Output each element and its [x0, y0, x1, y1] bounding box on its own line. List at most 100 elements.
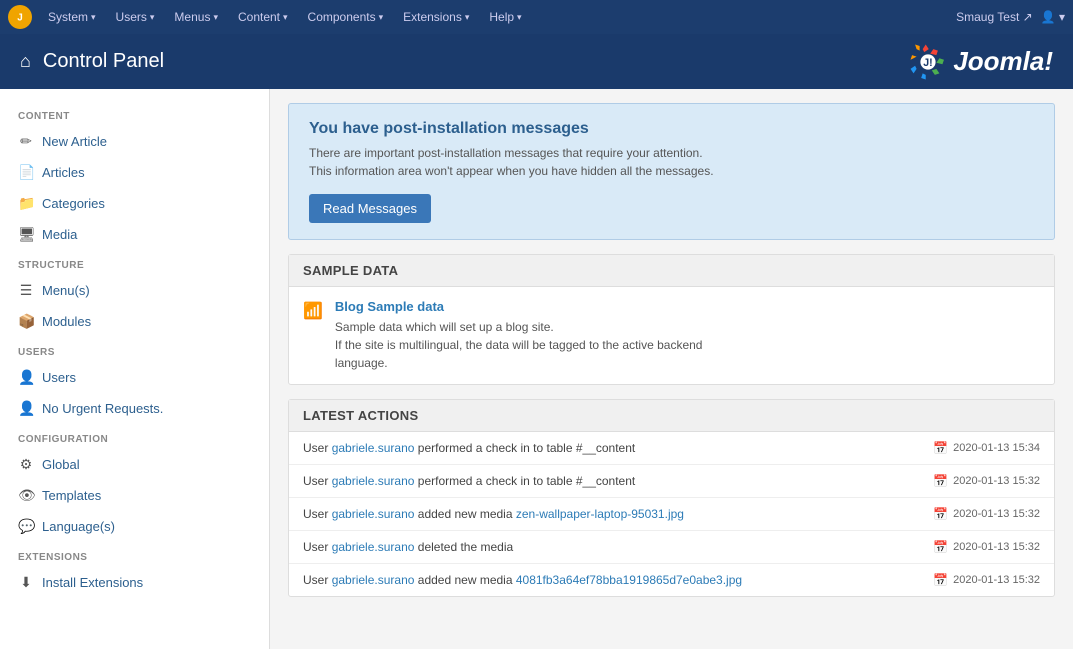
header-bar: ⌂ Control Panel J! Joomla! — [0, 34, 1073, 89]
folder-icon: 📁 — [18, 195, 34, 212]
nav-users[interactable]: Users ▾ — [108, 6, 163, 28]
sample-data-item: 📶 Blog Sample data Sample data which wil… — [303, 299, 1040, 372]
calendar-icon: 📅 — [933, 441, 948, 455]
sidebar-item-templates[interactable]: 👁 Templates — [0, 480, 269, 511]
content-area: You have post-installation messages Ther… — [270, 89, 1073, 649]
post-install-line1: There are important post-installation me… — [309, 146, 1034, 160]
nav-right-area: Smaug Test ↗ 👤 ▾ — [956, 10, 1065, 24]
post-install-box: You have post-installation messages Ther… — [288, 103, 1055, 240]
sidebar-item-categories[interactable]: 📁 Categories — [0, 188, 269, 219]
read-messages-button[interactable]: Read Messages — [309, 194, 431, 223]
action-time: 📅 2020-01-13 15:34 — [933, 441, 1040, 455]
action-user-link[interactable]: gabriele.surano — [332, 474, 415, 488]
action-row: User gabriele.surano added new media 408… — [289, 564, 1054, 596]
sidebar-item-global[interactable]: ⚙ Global — [0, 449, 269, 480]
sample-data-desc3: language. — [335, 356, 388, 370]
action-time: 📅 2020-01-13 15:32 — [933, 474, 1040, 488]
sidebar-item-media[interactable]: 🖥 Media — [0, 219, 269, 250]
svg-text:J!: J! — [924, 56, 933, 68]
wifi-icon: 📶 — [303, 301, 323, 321]
eye-icon: 👁 — [18, 487, 34, 504]
external-link-icon: ↗ — [1023, 10, 1033, 24]
joomla-star-icon: J! — [909, 43, 947, 81]
post-install-line2: This information area won't appear when … — [309, 164, 1034, 178]
action-row: User gabriele.surano added new media zen… — [289, 498, 1054, 531]
title-area: ⌂ Control Panel — [20, 50, 164, 73]
latest-actions-panel: LATEST ACTIONS User gabriele.surano perf… — [288, 399, 1055, 597]
nav-system[interactable]: System ▾ — [40, 6, 104, 28]
pencil-icon: ✏ — [18, 133, 34, 150]
action-user-link[interactable]: gabriele.surano — [332, 573, 415, 587]
nav-help[interactable]: Help ▾ — [481, 6, 529, 28]
sidebar-item-articles[interactable]: 📄 Articles — [0, 157, 269, 188]
sidebar-item-menus[interactable]: ☰ Menu(s) — [0, 275, 269, 306]
caret-icon: ▾ — [213, 12, 218, 23]
sidebar-section-extensions: EXTENSIONS — [0, 542, 269, 567]
user-icon: 👤 — [18, 369, 34, 386]
action-time: 📅 2020-01-13 15:32 — [933, 507, 1040, 521]
sample-data-header: SAMPLE DATA — [289, 255, 1054, 287]
action-media-link[interactable]: 4081fb3a64ef78bba1919865d7e0abe3.jpg — [516, 573, 742, 587]
user-menu[interactable]: 👤 ▾ — [1041, 10, 1065, 24]
sidebar-section-configuration: CONFIGURATION — [0, 424, 269, 449]
home-icon: ⌂ — [20, 51, 31, 72]
action-row: User gabriele.surano performed a check i… — [289, 432, 1054, 465]
user-site-link[interactable]: Smaug Test ↗ — [956, 10, 1033, 24]
sidebar: CONTENT ✏ New Article 📄 Articles 📁 Categ… — [0, 89, 270, 649]
sample-data-desc2: If the site is multilingual, the data wi… — [335, 338, 703, 352]
sample-data-desc1: Sample data which will set up a blog sit… — [335, 320, 554, 334]
sidebar-section-structure: STRUCTURE — [0, 250, 269, 275]
joomla-logo-icon[interactable]: J — [8, 5, 32, 29]
page-title: Control Panel — [43, 50, 164, 73]
action-time: 📅 2020-01-13 15:32 — [933, 573, 1040, 587]
main-layout: CONTENT ✏ New Article 📄 Articles 📁 Categ… — [0, 89, 1073, 649]
module-icon: 📦 — [18, 313, 34, 330]
caret-icon: ▾ — [517, 12, 522, 23]
nav-menus[interactable]: Menus ▾ — [166, 6, 226, 28]
nav-extensions[interactable]: Extensions ▾ — [395, 6, 477, 28]
sample-data-panel: SAMPLE DATA 📶 Blog Sample data Sample da… — [288, 254, 1055, 385]
action-text: User gabriele.surano deleted the media — [303, 540, 921, 554]
calendar-icon: 📅 — [933, 507, 948, 521]
sidebar-item-new-article[interactable]: ✏ New Article — [0, 126, 269, 157]
action-text: User gabriele.surano added new media zen… — [303, 507, 921, 521]
action-row: User gabriele.surano performed a check i… — [289, 465, 1054, 498]
sidebar-section-users: USERS — [0, 337, 269, 362]
nav-content[interactable]: Content ▾ — [230, 6, 296, 28]
menu-icon: ☰ — [18, 282, 34, 299]
sidebar-item-install-extensions[interactable]: ⬇ Install Extensions — [0, 567, 269, 598]
sidebar-item-modules[interactable]: 📦 Modules — [0, 306, 269, 337]
media-icon: 🖥 — [18, 226, 34, 243]
joomla-brand: J! Joomla! — [909, 43, 1053, 81]
action-user-link[interactable]: gabriele.surano — [332, 507, 415, 521]
sidebar-section-content: CONTENT — [0, 101, 269, 126]
download-icon: ⬇ — [18, 574, 34, 591]
sample-data-body: 📶 Blog Sample data Sample data which wil… — [289, 287, 1054, 384]
caret-icon: ▾ — [465, 12, 470, 23]
caret-icon: ▾ — [283, 12, 288, 23]
sample-data-content: Blog Sample data Sample data which will … — [335, 299, 703, 372]
sidebar-item-users[interactable]: 👤 Users — [0, 362, 269, 393]
calendar-icon: 📅 — [933, 474, 948, 488]
sidebar-item-languages[interactable]: 💬 Language(s) — [0, 511, 269, 542]
language-icon: 💬 — [18, 518, 34, 535]
gear-icon: ⚙ — [18, 456, 34, 473]
caret-icon: ▾ — [150, 12, 155, 23]
calendar-icon: 📅 — [933, 573, 948, 587]
action-user-link[interactable]: gabriele.surano — [332, 540, 415, 554]
action-text: User gabriele.surano added new media 408… — [303, 573, 921, 587]
action-row: User gabriele.surano deleted the media 📅… — [289, 531, 1054, 564]
svg-text:J: J — [17, 12, 23, 23]
nav-components[interactable]: Components ▾ — [300, 6, 392, 28]
action-media-link[interactable]: zen-wallpaper-laptop-95031.jpg — [516, 507, 684, 521]
calendar-icon: 📅 — [933, 540, 948, 554]
post-install-title: You have post-installation messages — [309, 120, 1034, 138]
action-user-link[interactable]: gabriele.surano — [332, 441, 415, 455]
sample-data-link[interactable]: Blog Sample data — [335, 299, 703, 314]
action-time: 📅 2020-01-13 15:32 — [933, 540, 1040, 554]
action-text: User gabriele.surano performed a check i… — [303, 474, 921, 488]
sidebar-item-no-urgent[interactable]: 👤 No Urgent Requests. — [0, 393, 269, 424]
top-navigation: J System ▾ Users ▾ Menus ▾ Content ▾ Com… — [0, 0, 1073, 34]
article-icon: 📄 — [18, 164, 34, 181]
user2-icon: 👤 — [18, 400, 34, 417]
